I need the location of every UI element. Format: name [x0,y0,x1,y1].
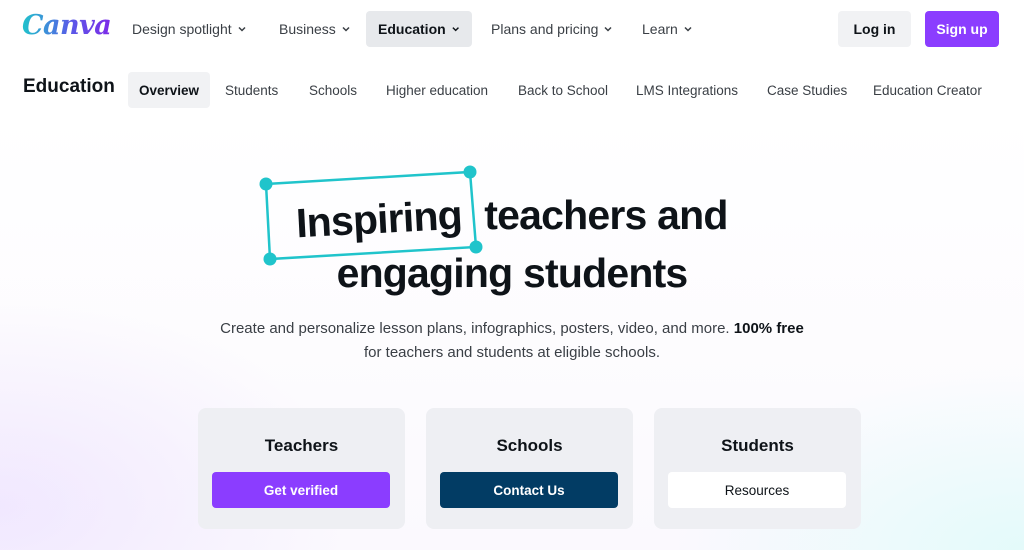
nav-label: Plans and pricing [491,21,599,37]
canva-logo[interactable]: Canva [22,10,112,41]
nav-design-spotlight[interactable]: Design spotlight [120,11,259,47]
login-button[interactable]: Log in [838,11,911,47]
description-bold: 100% free [733,320,804,337]
get-verified-button[interactable]: Get verified [212,472,390,508]
schools-card: Schools Contact Us [426,408,633,529]
headline-line-1: Inspiring teachers and [0,192,1024,247]
subnav-higher-education[interactable]: Higher education [375,72,499,108]
nav-plans-and-pricing[interactable]: Plans and pricing [479,11,625,47]
card-title: Schools [496,436,563,455]
nav-business[interactable]: Business [267,11,363,47]
hero-description: Create and personalize lesson plans, inf… [210,317,814,365]
section-title: Education [23,76,115,97]
nav-label: Education [378,21,446,37]
nav-label: Learn [642,21,678,37]
contact-us-button[interactable]: Contact Us [440,472,618,508]
chevron-down-icon [604,26,612,32]
description-end: for teachers and students at eligible sc… [363,344,660,361]
students-card: Students Resources [654,408,861,529]
subnav-back-to-school[interactable]: Back to School [507,72,619,108]
teachers-card: Teachers Get verified [198,408,405,529]
headline-rest: teachers and [484,192,728,238]
card-title: Students [721,436,794,455]
description-text: Create and personalize lesson plans, inf… [220,320,730,337]
subnav-overview[interactable]: Overview [128,72,211,108]
resources-button[interactable]: Resources [668,472,846,508]
subnav-lms-integrations[interactable]: LMS Integrations [625,72,749,108]
signup-button[interactable]: Sign up [925,11,999,47]
nav-education[interactable]: Education [366,11,472,47]
hero-section: Inspiring teachers and engaging students … [0,112,1024,550]
chevron-down-icon [684,26,692,32]
card-title: Teachers [264,436,339,455]
chevron-down-icon [342,26,350,32]
nav-label: Design spotlight [132,21,232,37]
headline-highlight: Inspiring [295,191,464,247]
subnav-case-studies[interactable]: Case Studies [756,72,858,108]
chevron-down-icon [238,26,246,32]
nav-learn[interactable]: Learn [630,11,705,47]
subnav-education-creator[interactable]: Education Creator [862,72,993,108]
top-navigation: Canva Design spotlight Business Educatio… [0,0,1024,58]
education-subnav: Education Overview Students Schools High… [0,70,1024,110]
chevron-down-icon [452,27,459,32]
nav-label: Business [279,21,336,37]
subnav-students[interactable]: Students [214,72,289,108]
headline-line-2: engaging students [336,250,689,296]
subnav-schools[interactable]: Schools [298,72,368,108]
